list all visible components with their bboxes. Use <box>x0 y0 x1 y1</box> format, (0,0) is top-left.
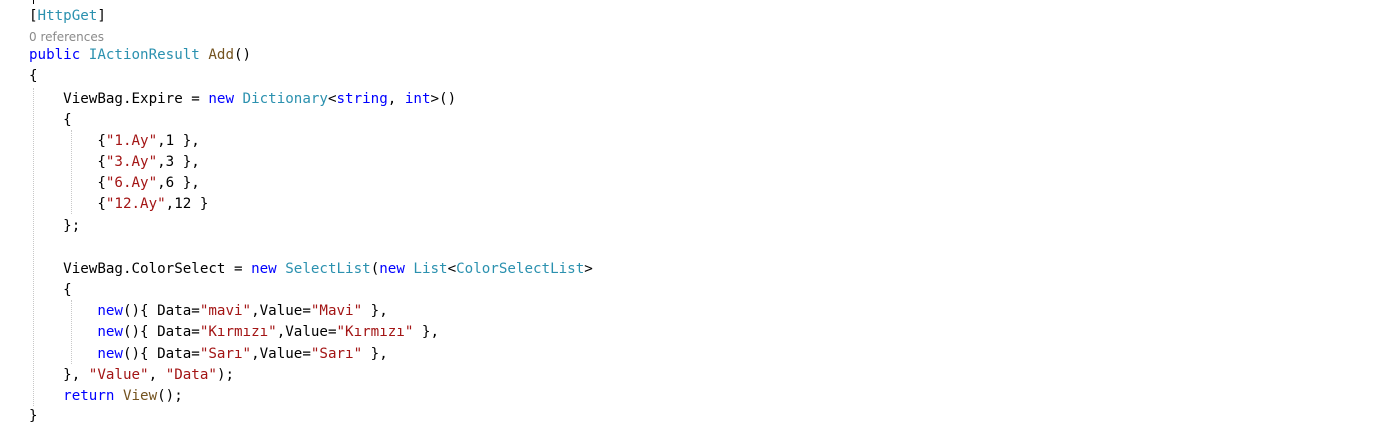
code-token: { <box>29 282 72 298</box>
code-token: public <box>29 47 81 63</box>
code-line[interactable]: }; <box>29 216 80 237</box>
code-token: Add <box>208 47 235 63</box>
code-token: "Kırmızı" <box>199 324 277 340</box>
code-token: ,Value= <box>251 303 311 319</box>
code-token: List <box>413 261 448 277</box>
code-token: , <box>148 367 166 383</box>
code-line[interactable]: {"1.Ay",1 }, <box>29 131 200 152</box>
code-token: int <box>404 91 431 107</box>
code-line[interactable]: new(){ Data="Sarı",Value="Sarı" }, <box>29 344 388 365</box>
code-token: "Mavi" <box>310 303 363 319</box>
code-token: SelectList <box>285 261 371 277</box>
code-token: { <box>29 175 106 191</box>
code-line[interactable]: ViewBag.ColorSelect = new SelectList(new… <box>29 259 593 280</box>
code-token: IActionResult <box>88 47 200 63</box>
code-token: ,Value= <box>251 346 311 362</box>
code-token: { <box>29 133 106 149</box>
code-token: { <box>29 154 106 170</box>
code-editor[interactable]: 0 references [HttpGet] public IActionResu… <box>0 0 1388 439</box>
code-token: < <box>447 261 457 277</box>
code-token: ViewBag.ColorSelect = <box>29 261 252 277</box>
code-line[interactable]: {"6.Ay",6 }, <box>29 173 200 194</box>
code-token: { <box>29 68 38 84</box>
code-token: "1.Ay" <box>105 133 158 149</box>
code-token: >() <box>430 91 457 107</box>
codelens-references[interactable]: 0 references <box>29 29 104 45</box>
code-line[interactable]: return View(); <box>29 386 183 407</box>
code-token: ,Value= <box>276 324 337 340</box>
code-token: { <box>29 112 72 128</box>
code-token: (){ Data= <box>122 346 200 362</box>
code-token: View <box>122 388 158 404</box>
code-token: return <box>63 388 115 404</box>
code-line[interactable]: {"12.Ay",12 } <box>29 194 208 215</box>
code-token: HttpGet <box>37 8 98 24</box>
code-token: } <box>29 408 38 424</box>
code-token: (); <box>157 388 183 404</box>
code-line[interactable]: {"3.Ay",3 }, <box>29 152 200 173</box>
code-token: ColorSelectList <box>456 261 585 277</box>
code-token: > <box>584 261 593 277</box>
previous-line-fragment <box>33 0 34 4</box>
code-token: [ <box>29 8 38 24</box>
code-token: Dictionary <box>242 91 328 107</box>
code-token: "3.Ay" <box>105 154 158 170</box>
code-token: < <box>327 91 337 107</box>
code-token: { <box>29 196 106 212</box>
code-token: "Sarı" <box>199 346 252 362</box>
code-token: ViewBag.Expire = <box>29 91 209 107</box>
code-token: , <box>387 91 405 107</box>
code-line[interactable]: [HttpGet] <box>29 6 106 27</box>
code-token: ); <box>216 367 235 383</box>
code-token: new <box>97 303 123 319</box>
code-token: }, <box>29 367 89 383</box>
code-token: }, <box>413 324 440 340</box>
code-token: ,1 }, <box>157 133 200 149</box>
code-token: "Sarı" <box>310 346 363 362</box>
code-line[interactable]: { <box>29 280 72 301</box>
code-token: new <box>379 261 405 277</box>
code-token: ,12 } <box>165 196 209 212</box>
code-token: string <box>336 91 388 107</box>
code-token: (){ Data= <box>122 324 200 340</box>
code-token: }, <box>362 303 388 319</box>
code-line[interactable]: }, "Value", "Data"); <box>29 365 234 386</box>
code-token: "Data" <box>165 367 217 383</box>
code-token: }, <box>362 346 388 362</box>
code-line[interactable]: ViewBag.Expire = new Dictionary<string, … <box>29 89 456 110</box>
code-line[interactable]: public IActionResult Add() <box>29 45 251 66</box>
code-token: ,3 }, <box>157 154 200 170</box>
code-line[interactable]: new(){ Data="Kırmızı",Value="Kırmızı" }, <box>29 322 439 343</box>
code-token: ] <box>97 8 106 24</box>
code-token: (){ Data= <box>122 303 200 319</box>
code-token: "12.Ay" <box>105 196 166 212</box>
code-token: new <box>208 91 234 107</box>
code-line[interactable]: } <box>29 406 38 427</box>
code-token: () <box>234 47 252 63</box>
code-token: "6.Ay" <box>105 175 158 191</box>
code-token: new <box>97 324 123 340</box>
code-token: new <box>97 346 123 362</box>
code-token: new <box>251 261 277 277</box>
code-token: ,6 }, <box>157 175 200 191</box>
code-line[interactable]: new(){ Data="mavi",Value="Mavi" }, <box>29 301 388 322</box>
code-token: }; <box>29 218 81 234</box>
code-token: ( <box>370 261 380 277</box>
code-line[interactable]: { <box>29 110 72 131</box>
code-token: "Value" <box>88 367 149 383</box>
code-line[interactable]: { <box>29 66 38 87</box>
code-token: "Kırmızı" <box>336 324 414 340</box>
code-token: "mavi" <box>199 303 252 319</box>
